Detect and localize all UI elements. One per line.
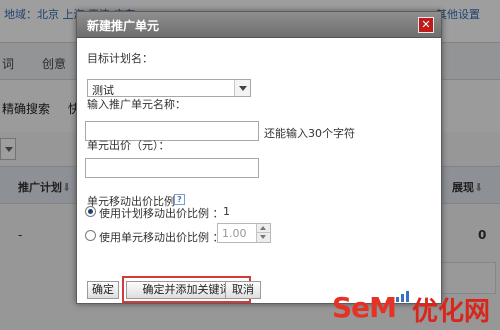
signal-icon xyxy=(396,291,409,302)
unit-bid-label: 单元出价（元）： xyxy=(87,139,170,152)
unit-bid-input[interactable] xyxy=(85,158,259,178)
confirm-button[interactable]: 确定 xyxy=(87,281,119,299)
target-plan-label: 目标计划名： xyxy=(87,52,153,65)
radio-plan-ratio-label: 使用计划移动出价比例 ： xyxy=(99,207,224,220)
unit-name-label: 输入推广单元名称： xyxy=(87,98,186,111)
radio-button[interactable] xyxy=(85,230,96,241)
help-icon[interactable]: ? xyxy=(174,194,185,205)
watermark-text: 优化网 xyxy=(412,297,491,327)
unit-name-hint: 还能输入30个字符 xyxy=(264,127,355,140)
radio-button[interactable] xyxy=(85,206,96,217)
radio-unit-ratio-label: 使用单元移动出价比例 ： xyxy=(99,231,224,244)
chevron-down-icon[interactable] xyxy=(256,233,270,242)
dialog-title: 新建推广单元 xyxy=(87,19,160,33)
chevron-down-icon[interactable] xyxy=(234,80,250,96)
chevron-up-icon[interactable] xyxy=(256,224,270,233)
watermark-logo: SeM xyxy=(332,291,397,324)
new-unit-dialog: 新建推广单元 ✕ 目标计划名： 测试 输入推广单元名称： 还能输入30个字符 单… xyxy=(76,11,442,304)
unit-ratio-value: 1.00 xyxy=(222,227,247,240)
dialog-header: 新建推广单元 ✕ xyxy=(77,12,441,38)
watermark: SeM 优化网 xyxy=(332,289,500,330)
close-icon[interactable]: ✕ xyxy=(418,17,434,33)
unit-ratio-stepper[interactable]: 1.00 xyxy=(217,223,271,243)
target-plan-select[interactable]: 测试 xyxy=(87,79,251,97)
cancel-button[interactable]: 取消 xyxy=(225,281,261,299)
plan-ratio-value: 1 xyxy=(223,205,230,218)
